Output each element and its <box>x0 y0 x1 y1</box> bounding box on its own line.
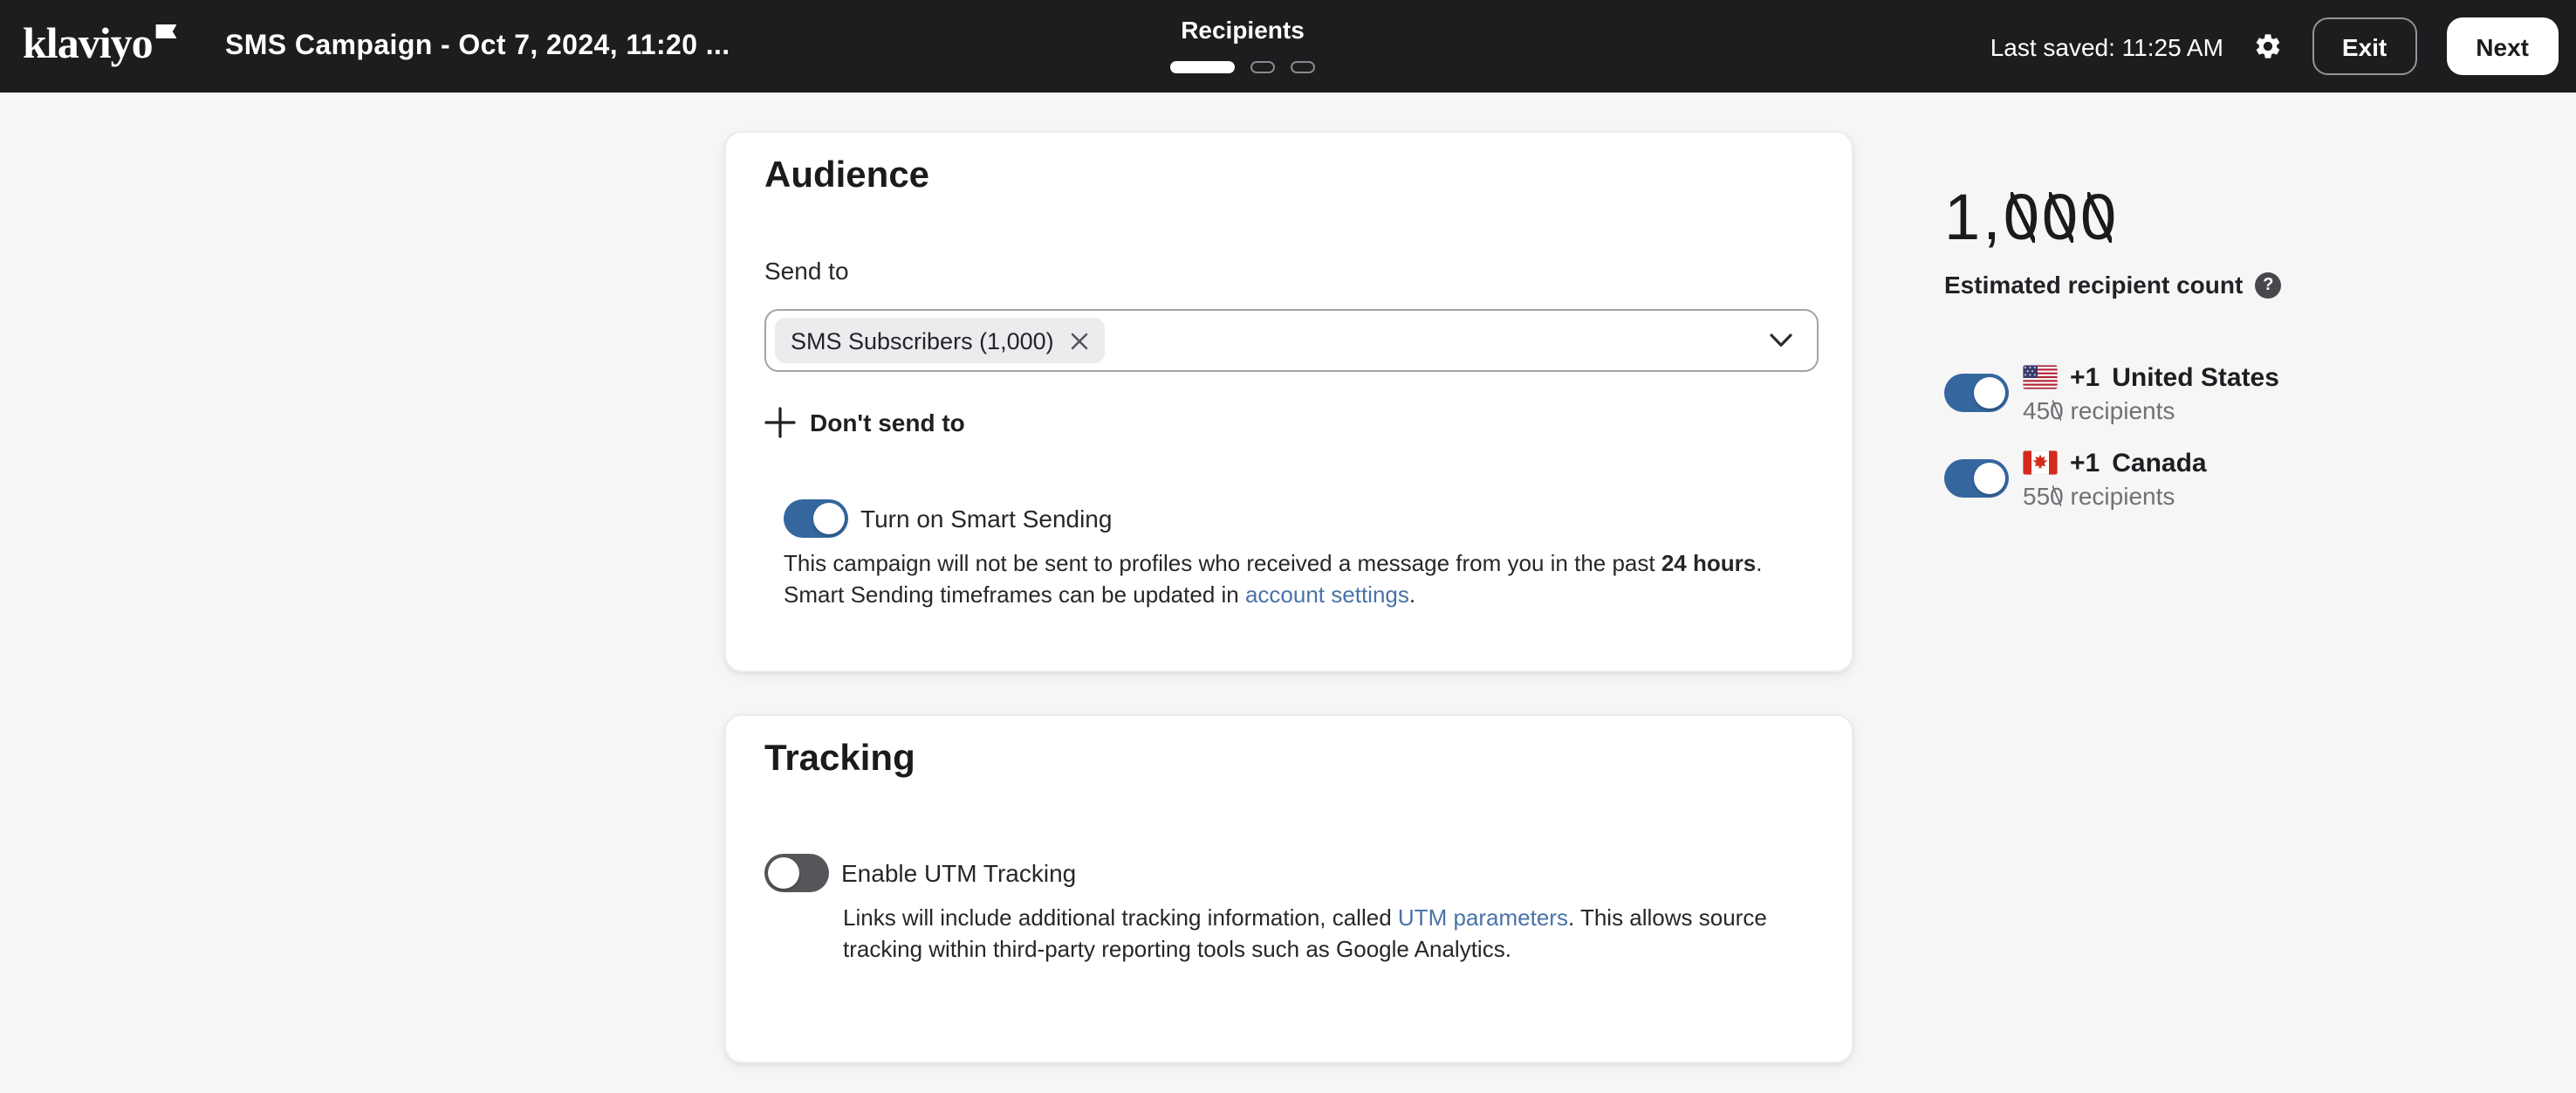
country-recipient-count: 550 recipients <box>2023 482 2207 510</box>
smart-sending-row: Turn on Smart Sending <box>784 499 1112 538</box>
country-info: +1 Canada 550 recipients <box>2023 447 2207 510</box>
exit-button[interactable]: Exit <box>2312 17 2416 75</box>
segment-chip[interactable]: SMS Subscribers (1,000) <box>775 318 1105 363</box>
segment-chip-label: SMS Subscribers (1,000) <box>791 327 1054 354</box>
toggle-knob <box>1974 463 2005 494</box>
estimated-recipient-count-label: Estimated recipient count <box>1944 271 2243 299</box>
top-bar-actions: Last saved: 11:25 AM Exit Next <box>1990 0 2559 93</box>
country-dial-code: +1 <box>2070 362 2100 392</box>
tracking-card: Tracking Enable UTM Tracking Links will … <box>724 714 1853 1063</box>
campaign-title: SMS Campaign - Oct 7, 2024, 11:20 ... <box>225 0 730 93</box>
audience-heading: Audience <box>764 155 929 197</box>
klaviyo-wordmark: klaviyo <box>23 19 153 72</box>
dont-send-to-label: Don't send to <box>810 409 965 437</box>
send-to-combobox[interactable]: SMS Subscribers (1,000) <box>764 309 1819 372</box>
estimated-recipient-count-row: Estimated recipient count ? <box>1944 271 2281 299</box>
last-saved-status: Last saved: 11:25 AM <box>1990 32 2223 60</box>
toggle-knob <box>813 503 845 534</box>
country-row-united-states: +1 United States 450 recipients <box>1944 361 2279 424</box>
next-button[interactable]: Next <box>2446 17 2559 75</box>
country-recipient-count: 450 recipients <box>2023 396 2279 424</box>
country-info: +1 United States 450 recipients <box>2023 361 2279 424</box>
step-pills <box>1170 61 1315 73</box>
step-label: Recipients <box>1170 16 1315 44</box>
canada-toggle[interactable] <box>1944 459 2009 498</box>
utm-tracking-toggle[interactable] <box>764 854 829 892</box>
remove-segment-icon[interactable] <box>1070 331 1089 350</box>
top-bar: klaviyo SMS Campaign - Oct 7, 2024, 11:2… <box>0 0 2576 93</box>
country-row-canada: +1 Canada 550 recipients <box>1944 447 2207 510</box>
send-to-label: Send to <box>764 257 849 285</box>
utm-tracking-description: Links will include additional tracking i… <box>843 903 1767 964</box>
klaviyo-logo[interactable]: klaviyo <box>23 19 177 72</box>
chevron-down-icon[interactable] <box>1770 333 1792 347</box>
klaviyo-flag-icon <box>156 24 177 38</box>
toggle-knob <box>768 857 799 889</box>
country-dial-code: +1 <box>2070 448 2100 478</box>
step-pill-2[interactable] <box>1250 61 1275 73</box>
step-pill-recipients[interactable] <box>1170 61 1235 73</box>
smart-sending-label: Turn on Smart Sending <box>860 505 1112 533</box>
dont-send-to-button[interactable]: Don't send to <box>764 403 965 442</box>
estimated-recipient-count-value: 1,000 <box>1944 185 2119 250</box>
canada-flag-icon <box>2023 450 2058 475</box>
toggle-knob <box>1974 377 2005 409</box>
utm-tracking-label: Enable UTM Tracking <box>841 859 1076 887</box>
plus-icon <box>764 407 796 438</box>
settings-gear-icon[interactable] <box>2253 31 2283 61</box>
step-pill-3[interactable] <box>1291 61 1315 73</box>
utm-tracking-row: Enable UTM Tracking <box>764 854 1076 892</box>
country-name: Canada <box>2112 448 2206 478</box>
country-name-line: +1 United States <box>2023 361 2279 393</box>
audience-card: Audience Send to SMS Subscribers (1,000)… <box>724 131 1853 672</box>
smart-sending-description: This campaign will not be sent to profil… <box>784 548 1762 609</box>
sms-campaign-editor: klaviyo SMS Campaign - Oct 7, 2024, 11:2… <box>0 0 2576 1093</box>
smart-sending-toggle[interactable] <box>784 499 848 538</box>
country-name-line: +1 Canada <box>2023 447 2207 478</box>
tracking-heading: Tracking <box>764 739 915 780</box>
united-states-toggle[interactable] <box>1944 374 2009 412</box>
help-icon[interactable]: ? <box>2255 272 2281 298</box>
us-flag-icon <box>2023 365 2058 389</box>
step-indicator: Recipients <box>1170 16 1315 73</box>
country-name: United States <box>2112 362 2279 392</box>
